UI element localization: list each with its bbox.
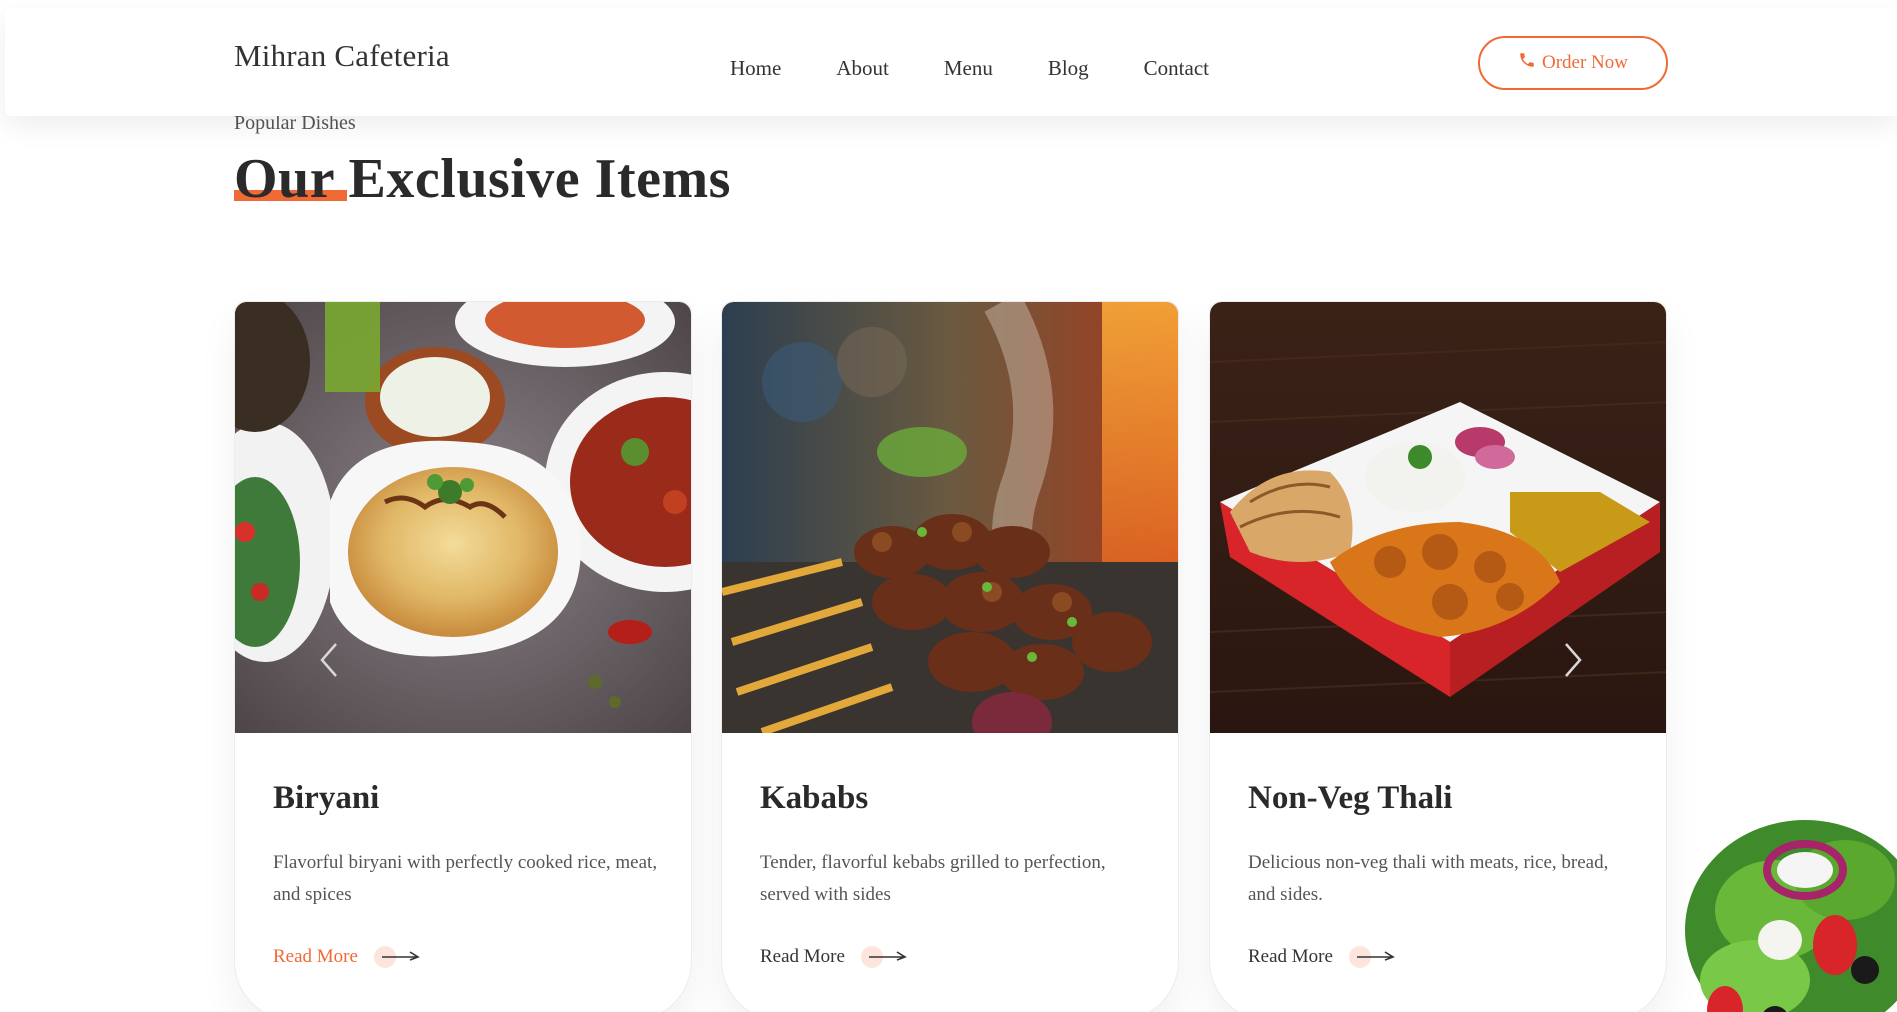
dish-card-non-veg-thali[interactable]: Non-Veg Thali Delicious non-veg thali wi… — [1209, 301, 1667, 1012]
chevron-right-icon[interactable] — [1558, 640, 1588, 680]
read-more-label: Read More — [1248, 946, 1333, 967]
dish-card-biryani[interactable]: Biryani Flavorful biryani with perfectly… — [234, 301, 692, 1012]
nav-about[interactable]: About — [836, 56, 889, 81]
chevron-left-icon[interactable] — [314, 640, 344, 680]
arrow-right-icon — [1348, 946, 1397, 968]
read-more-label: Read More — [760, 946, 845, 967]
order-now-label: Order Now — [1541, 52, 1628, 73]
phone-icon — [1518, 51, 1536, 75]
order-now-button[interactable]: Order Now — [1478, 36, 1668, 90]
card-title: Non-Veg Thali — [1248, 780, 1453, 816]
read-more-link[interactable]: Read More — [760, 946, 909, 968]
biryani-image — [235, 302, 691, 733]
dish-card-kababs[interactable]: Kababs Tender, flavorful kebabs grilled … — [721, 301, 1179, 1012]
read-more-link[interactable]: Read More — [1248, 946, 1397, 968]
nav-menu[interactable]: Menu — [944, 56, 993, 81]
card-description: Delicious non-veg thali with meats, rice… — [1248, 852, 1609, 905]
site-header: Mihran Cafeteria Home About Menu Blog Co… — [5, 8, 1897, 116]
card-title: Biryani — [273, 780, 380, 816]
card-description: Tender, flavorful kebabs grilled to perf… — [760, 852, 1106, 905]
arrow-right-icon — [860, 946, 909, 968]
section-heading: Our Exclusive Items — [234, 148, 731, 210]
arrow-right-icon — [373, 946, 422, 968]
nav-home[interactable]: Home — [730, 56, 781, 81]
brand-logo[interactable]: Mihran Cafeteria — [234, 38, 450, 74]
main-nav: Home About Menu Blog Contact — [730, 56, 1264, 81]
nav-blog[interactable]: Blog — [1048, 56, 1089, 81]
read-more-label: Read More — [273, 946, 358, 967]
card-description: Flavorful biryani with perfectly cooked … — [273, 852, 658, 905]
section-heading-wrap: Our Exclusive Items — [234, 147, 731, 211]
thali-image — [1210, 302, 1666, 733]
nav-contact[interactable]: Contact — [1144, 56, 1209, 81]
kababs-image — [722, 302, 1178, 733]
card-title: Kababs — [760, 780, 869, 816]
salad-decoration — [1655, 770, 1897, 1012]
read-more-link[interactable]: Read More — [273, 946, 422, 968]
